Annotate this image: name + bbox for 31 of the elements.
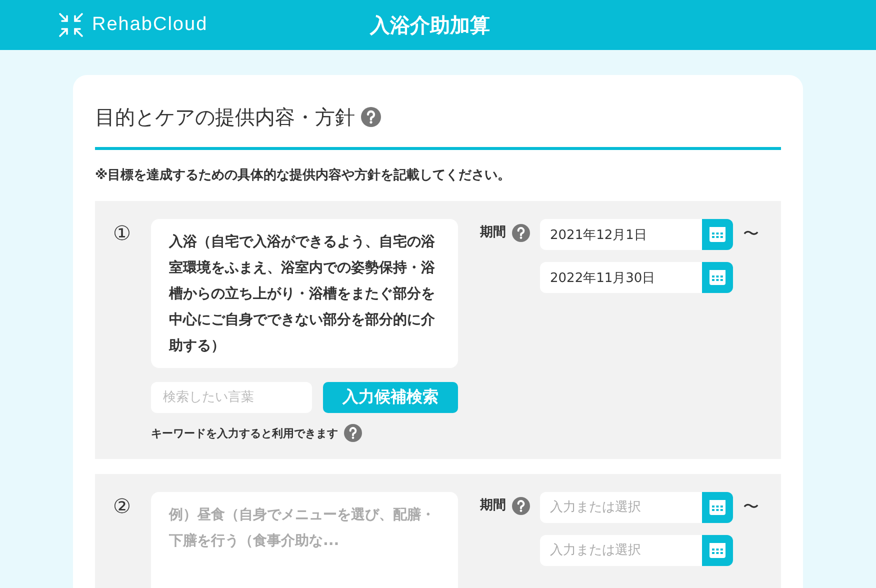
instruction-text: ※目標を達成するための具体的な提供内容や方針を記載してください。	[95, 166, 512, 184]
page-title: 入浴介助加算	[370, 12, 490, 39]
entry-number: ①	[113, 220, 132, 247]
search-field[interactable]: 検索したい言葉	[151, 382, 312, 413]
calendar-button[interactable]	[702, 492, 733, 523]
period-label: 期間	[480, 497, 506, 515]
date-field[interactable]: 2022年11月30日	[540, 262, 702, 293]
calendar-icon	[709, 542, 726, 559]
calendar-icon	[709, 499, 726, 516]
content-text-area[interactable]: 入浴（自宅で入浴ができるよう、自宅の浴室環境をふまえ、浴室内での姿勢保持・浴槽からの立ち上がり・浴槽をまたぐ部分を中心にご自身でできない部分を部分的に介助する）	[151, 219, 458, 368]
logo-icon	[58, 12, 84, 38]
calendar-icon	[709, 226, 726, 243]
help-icon[interactable]	[512, 224, 530, 242]
logo-text: RehabCloud	[92, 14, 208, 36]
range-separator: 〜	[743, 224, 759, 245]
calendar-button[interactable]	[702, 535, 733, 566]
section-title: 目的とケアの提供内容・方針	[95, 104, 355, 130]
calendar-button[interactable]	[702, 262, 733, 293]
entry-number: ②	[113, 493, 132, 520]
date-field[interactable]: 入力または選択	[540, 535, 702, 566]
range-separator: 〜	[743, 497, 759, 518]
calendar-icon	[709, 269, 726, 286]
calendar-button[interactable]	[702, 219, 733, 250]
help-icon[interactable]	[361, 107, 381, 127]
date-field[interactable]: 2021年12月1日	[540, 219, 702, 250]
help-icon[interactable]	[512, 497, 530, 515]
period-label: 期間	[480, 224, 506, 242]
content-text-area[interactable]: 例）昼食（自身でメニューを選び、配膳・下膳を行う（食事介助な...	[151, 492, 458, 588]
date-field[interactable]: 入力または選択	[540, 492, 702, 523]
hint-text: キーワードを入力すると利用できます	[151, 426, 338, 440]
help-icon[interactable]	[344, 424, 362, 442]
